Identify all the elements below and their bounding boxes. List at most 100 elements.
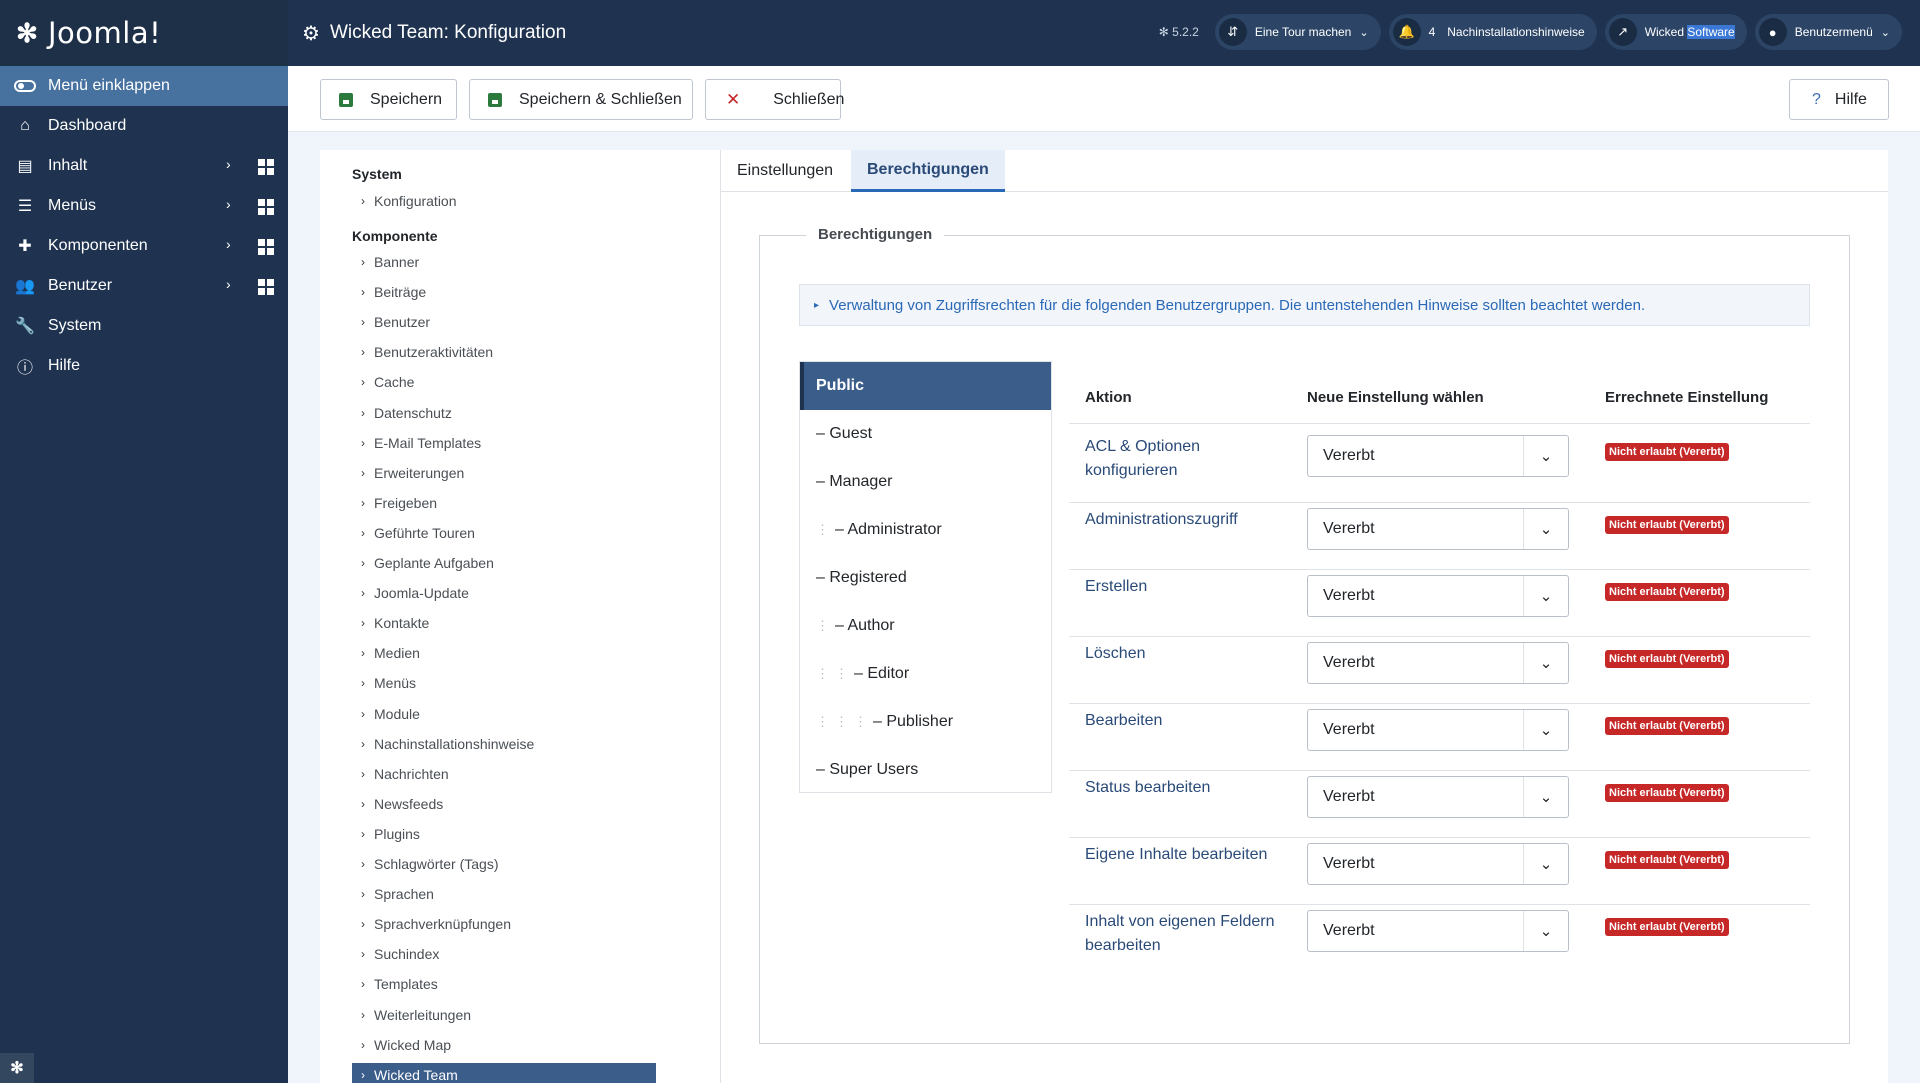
help-button[interactable]: ? Hilfe xyxy=(1789,79,1889,120)
chevron-right-icon: › xyxy=(361,857,365,871)
permission-select[interactable]: Vererbt ⌄ xyxy=(1307,435,1569,477)
user-group-publisher[interactable]: ⋮⋮⋮ – Publisher xyxy=(800,698,1051,746)
chevron-right-icon: › xyxy=(361,405,365,420)
user-group-manager[interactable]: – Manager xyxy=(800,458,1051,506)
joomla-logo[interactable]: ✻ Joomla! xyxy=(0,0,288,66)
indent-dots-icon: ⋮ xyxy=(816,618,835,633)
chevron-right-icon: › xyxy=(361,465,365,480)
sidebar-item-benutzer[interactable]: 👥 Benutzer › xyxy=(0,266,288,306)
dashboard-grid-icon[interactable] xyxy=(258,199,274,215)
sidebar-item-komponenten[interactable]: ✚ Komponenten › xyxy=(0,226,288,266)
tab-settings[interactable]: Einstellungen xyxy=(721,150,849,192)
nav-item-datenschutz[interactable]: › Datenschutz xyxy=(352,401,656,425)
tab-bar: Einstellungen Berechtigungen xyxy=(721,150,1888,192)
user-group-administrator[interactable]: ⋮ – Administrator xyxy=(800,506,1051,554)
gear-icon: ⚙ xyxy=(302,22,320,45)
permission-select[interactable]: Vererbt ⌄ xyxy=(1307,776,1569,818)
permission-select[interactable]: Vererbt ⌄ xyxy=(1307,910,1569,952)
wrench-icon: 🔧 xyxy=(15,318,35,335)
nav-item-templates[interactable]: › Templates xyxy=(352,972,656,996)
chevron-right-icon[interactable]: › xyxy=(226,236,231,252)
permission-select[interactable]: Vererbt ⌄ xyxy=(1307,508,1569,550)
nav-item-erweiterungen[interactable]: › Erweiterungen xyxy=(352,461,656,485)
chevron-right-icon[interactable]: › xyxy=(226,196,231,212)
action-label: Erstellen xyxy=(1085,578,1148,595)
calculated-setting-badge: Nicht erlaubt (Vererbt) xyxy=(1605,851,1729,869)
nav-item-joomla-update[interactable]: › Joomla-Update xyxy=(352,581,656,605)
nav-item-suchindex[interactable]: › Suchindex xyxy=(352,942,656,966)
nav-item-nachinstallationshinweise[interactable]: › Nachinstallationshinweise xyxy=(352,732,656,756)
permission-select[interactable]: Vererbt ⌄ xyxy=(1307,642,1569,684)
nav-item-e-mail-templates[interactable]: › E-Mail Templates xyxy=(352,431,656,455)
dashboard-grid-icon[interactable] xyxy=(258,239,274,255)
permissions-notice[interactable]: ▸ Verwaltung von Zugriffsrechten für die… xyxy=(799,284,1810,326)
sidebar-item-menüs[interactable]: ☰ Menüs › xyxy=(0,186,288,226)
chevron-right-icon[interactable]: › xyxy=(226,156,231,172)
nav-item-menüs[interactable]: › Menüs xyxy=(352,671,656,695)
tab-permissions[interactable]: Berechtigungen xyxy=(851,150,1005,192)
site-link-button[interactable]: ↗ Wicked Software xyxy=(1604,14,1747,50)
nav-item-weiterleitungen[interactable]: › Weiterleitungen xyxy=(352,1003,656,1027)
postinstall-button[interactable]: 🔔 4 Nachinstallationshinweise xyxy=(1388,14,1597,50)
nav-item-label: Nachrichten xyxy=(374,765,449,782)
permission-select[interactable]: Vererbt ⌄ xyxy=(1307,709,1569,751)
save-button[interactable]: Speichern xyxy=(320,79,457,120)
dashboard-grid-icon[interactable] xyxy=(258,159,274,175)
nav-item-nachrichten[interactable]: › Nachrichten xyxy=(352,762,656,786)
sidebar-item-inhalt[interactable]: ▤ Inhalt › xyxy=(0,146,288,186)
nav-item-label: Weiterleitungen xyxy=(374,1006,472,1023)
user-group-editor[interactable]: ⋮⋮ – Editor xyxy=(800,650,1051,698)
nav-item-benutzeraktivitäten[interactable]: › Benutzeraktivitäten xyxy=(352,340,656,364)
nav-item-benutzer[interactable]: › Benutzer xyxy=(352,310,656,334)
chevron-right-icon: › xyxy=(361,255,365,269)
permission-select[interactable]: Vererbt ⌄ xyxy=(1307,575,1569,617)
permission-row: Löschen Vererbt ⌄ Nicht erlaubt (Vererbt) xyxy=(1069,642,1810,709)
sidebar-item-dashboard[interactable]: ⌂ Dashboard xyxy=(0,106,288,146)
nav-item-cache[interactable]: › Cache xyxy=(352,370,656,394)
nav-item-geführte-touren[interactable]: › Geführte Touren xyxy=(352,521,656,545)
user-menu-button[interactable]: ● Benutzermenü ⌄ xyxy=(1754,14,1902,50)
dashboard-grid-icon[interactable] xyxy=(258,279,274,295)
nav-item-sprachverknüpfungen[interactable]: › Sprachverknüpfungen xyxy=(352,912,656,936)
nav-item-kontakte[interactable]: › Kontakte xyxy=(352,611,656,635)
user-group-author[interactable]: ⋮ – Author xyxy=(800,602,1051,650)
action-label: Löschen xyxy=(1085,645,1146,662)
joomla-small-logo-icon[interactable]: ✻ xyxy=(0,1053,34,1083)
row-divider xyxy=(1069,502,1810,503)
nav-item-freigeben[interactable]: › Freigeben xyxy=(352,491,656,515)
chevron-right-icon: › xyxy=(361,646,365,661)
sidebar-item-hilfe[interactable]: ⓘ Hilfe xyxy=(0,346,288,386)
nav-item-plugins[interactable]: › Plugins xyxy=(352,822,656,846)
permission-select[interactable]: Vererbt ⌄ xyxy=(1307,843,1569,885)
nav-item-newsfeeds[interactable]: › Newsfeeds xyxy=(352,792,656,816)
permission-select-value: Vererbt xyxy=(1323,447,1375,464)
chevron-right-icon[interactable]: › xyxy=(226,276,231,292)
user-group-public[interactable]: Public xyxy=(800,362,1051,410)
calculated-setting-badge: Nicht erlaubt (Vererbt) xyxy=(1605,650,1729,668)
nav-item-module[interactable]: › Module xyxy=(352,702,656,726)
nav-item-wicked-team[interactable]: › Wicked Team xyxy=(352,1062,656,1083)
user-group-registered[interactable]: – Registered xyxy=(800,554,1051,602)
permission-row: Erstellen Vererbt ⌄ Nicht erlaubt (Vererbt) xyxy=(1069,575,1810,642)
sidebar-item-system[interactable]: 🔧 System xyxy=(0,306,288,346)
close-button[interactable]: ✕ Schließen xyxy=(705,79,844,120)
action-label: ACL & Optionen konfigurieren xyxy=(1085,438,1201,479)
user-group-guest[interactable]: – Guest xyxy=(800,410,1051,458)
nav-item-medien[interactable]: › Medien xyxy=(352,641,656,665)
nav-item-geplante-aufgaben[interactable]: › Geplante Aufgaben xyxy=(352,551,656,575)
tour-button[interactable]: ⇵ Eine Tour machen ⌄ xyxy=(1214,14,1381,50)
nav-item-beiträge[interactable]: › Beiträge xyxy=(352,280,656,304)
collapse-menu-toggle[interactable]: Menü einklappen xyxy=(0,66,288,106)
user-group-super-users[interactable]: – Super Users xyxy=(800,746,1051,794)
page-title-text: Wicked Team: Konfiguration xyxy=(329,22,567,43)
users-icon: 👥 xyxy=(15,278,35,295)
nav-item-wicked-map[interactable]: › Wicked Map xyxy=(352,1033,656,1057)
sidebar-item-label: Benutzer xyxy=(48,277,113,294)
nav-item-sprachen[interactable]: › Sprachen xyxy=(352,882,656,906)
nav-item-banner[interactable]: › Banner xyxy=(352,250,656,274)
nav-item-konfiguration[interactable]: › Konfiguration xyxy=(352,189,656,213)
save-close-button[interactable]: Speichern & Schließen xyxy=(469,79,693,120)
chevron-right-icon: › xyxy=(361,917,365,932)
nav-item-schlagwörter-tags[interactable]: › Schlagwörter (Tags) xyxy=(352,852,656,876)
external-link-icon: ↗ xyxy=(1608,18,1637,46)
